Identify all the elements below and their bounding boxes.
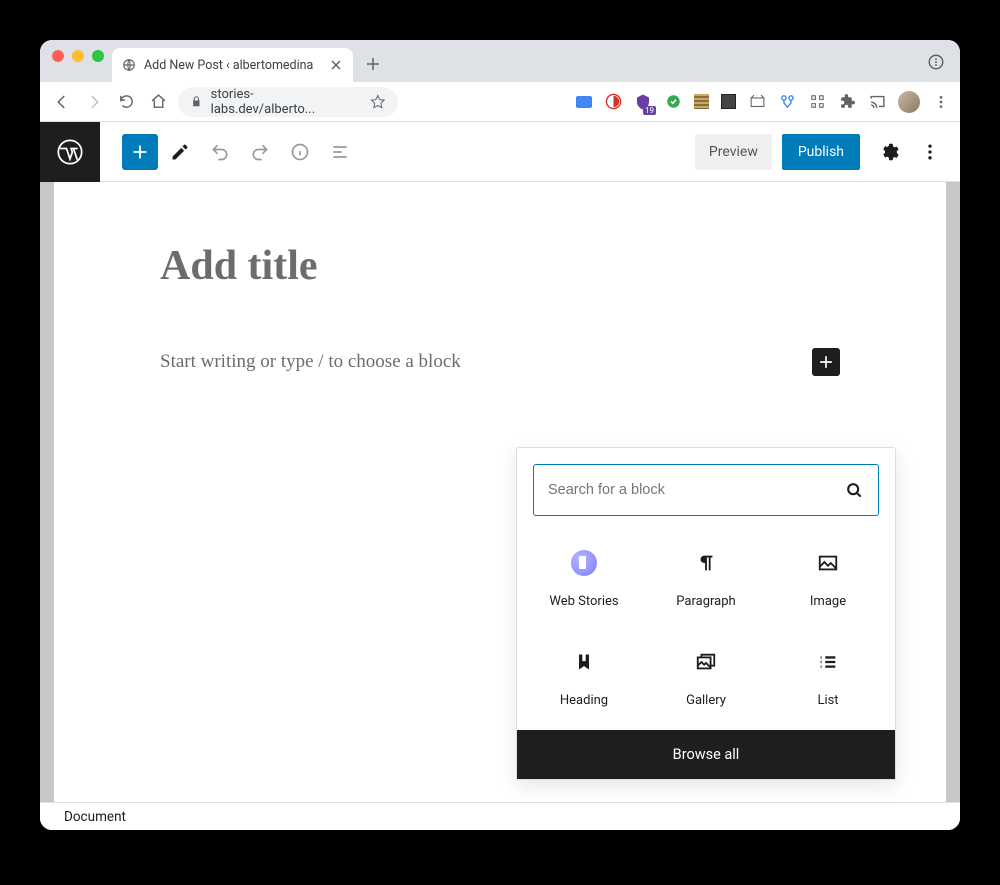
url-text: stories-labs.dev/alberto... bbox=[211, 87, 355, 117]
home-button[interactable] bbox=[146, 90, 170, 114]
undo-button[interactable] bbox=[202, 134, 238, 170]
tab-bar: Add New Post ‹ albertomedina bbox=[40, 40, 960, 82]
gallery-icon bbox=[693, 649, 719, 675]
publish-button[interactable]: Publish bbox=[782, 134, 860, 170]
redo-button[interactable] bbox=[242, 134, 278, 170]
block-label: Paragraph bbox=[676, 594, 735, 609]
address-bar[interactable]: stories-labs.dev/alberto... bbox=[178, 87, 398, 117]
web-stories-icon bbox=[571, 550, 597, 576]
more-options-button[interactable] bbox=[912, 134, 948, 170]
extension-icon[interactable] bbox=[748, 93, 766, 111]
block-grid: Web Stories Paragraph Image bbox=[517, 532, 895, 730]
extension-icon[interactable] bbox=[576, 96, 592, 108]
block-item-image[interactable]: Image bbox=[767, 542, 889, 617]
wordpress-editor: Preview Publish Add title Start writing … bbox=[40, 122, 960, 830]
lock-icon bbox=[190, 95, 203, 108]
reload-button[interactable] bbox=[114, 90, 138, 114]
block-search-field[interactable] bbox=[533, 464, 879, 516]
extension-icon[interactable] bbox=[808, 93, 826, 111]
block-item-gallery[interactable]: Gallery bbox=[645, 641, 767, 716]
browser-window: Add New Post ‹ albertomedina s bbox=[40, 40, 960, 830]
outline-button[interactable] bbox=[322, 134, 358, 170]
block-item-paragraph[interactable]: Paragraph bbox=[645, 542, 767, 617]
browse-all-button[interactable]: Browse all bbox=[517, 730, 895, 779]
extension-icon[interactable] bbox=[778, 93, 796, 111]
back-button[interactable] bbox=[50, 90, 74, 114]
wordpress-logo[interactable] bbox=[40, 122, 100, 182]
tab-title: Add New Post ‹ albertomedina bbox=[144, 58, 313, 73]
extension-icons: 19 bbox=[576, 91, 950, 113]
block-label: Heading bbox=[560, 693, 608, 708]
title-input[interactable]: Add title bbox=[160, 242, 840, 290]
block-inserter-popover: Web Stories Paragraph Image bbox=[516, 447, 896, 780]
star-icon[interactable] bbox=[370, 94, 386, 110]
block-item-web-stories[interactable]: Web Stories bbox=[523, 542, 645, 617]
editor-toolbar: Preview Publish bbox=[40, 122, 960, 182]
extensions-menu-icon[interactable] bbox=[838, 93, 856, 111]
extension-icon[interactable] bbox=[694, 94, 709, 109]
block-label: Gallery bbox=[686, 693, 726, 708]
editor-footer: Document bbox=[40, 802, 960, 830]
extension-icon[interactable] bbox=[721, 94, 736, 109]
browser-tab[interactable]: Add New Post ‹ albertomedina bbox=[112, 48, 353, 82]
profile-avatar[interactable] bbox=[898, 91, 920, 113]
block-label: Image bbox=[810, 594, 846, 609]
cast-icon[interactable] bbox=[868, 93, 886, 111]
block-item-list[interactable]: List bbox=[767, 641, 889, 716]
minimize-window-button[interactable] bbox=[72, 50, 84, 62]
search-icon bbox=[844, 480, 864, 500]
add-block-button[interactable] bbox=[122, 134, 158, 170]
paragraph-icon bbox=[693, 550, 719, 576]
block-search-input[interactable] bbox=[548, 482, 836, 498]
editor-canvas: Add title Start writing or type / to cho… bbox=[40, 182, 960, 802]
close-window-button[interactable] bbox=[52, 50, 64, 62]
info-button[interactable] bbox=[282, 134, 318, 170]
window-controls bbox=[52, 50, 112, 70]
block-item-heading[interactable]: Heading bbox=[523, 641, 645, 716]
block-label: List bbox=[817, 693, 838, 708]
extension-badge: 19 bbox=[643, 106, 656, 115]
extension-icon[interactable] bbox=[604, 93, 622, 111]
block-label: Web Stories bbox=[549, 594, 618, 609]
browser-toolbar: stories-labs.dev/alberto... 19 bbox=[40, 82, 960, 122]
browser-menu-button[interactable] bbox=[932, 93, 950, 111]
edit-tool-button[interactable] bbox=[162, 134, 198, 170]
extension-icon[interactable]: 19 bbox=[634, 93, 652, 111]
extension-icon[interactable] bbox=[664, 93, 682, 111]
globe-icon bbox=[122, 58, 136, 72]
account-menu-button[interactable] bbox=[924, 50, 948, 74]
new-tab-button[interactable] bbox=[359, 50, 387, 78]
forward-button[interactable] bbox=[82, 90, 106, 114]
heading-icon bbox=[571, 649, 597, 675]
preview-button[interactable]: Preview bbox=[695, 134, 772, 170]
list-icon bbox=[815, 649, 841, 675]
breadcrumb[interactable]: Document bbox=[64, 809, 126, 825]
maximize-window-button[interactable] bbox=[92, 50, 104, 62]
settings-button[interactable] bbox=[872, 134, 908, 170]
image-icon bbox=[815, 550, 841, 576]
close-tab-button[interactable] bbox=[329, 58, 343, 72]
block-paragraph-input[interactable]: Start writing or type / to choose a bloc… bbox=[160, 351, 461, 373]
inline-add-block-button[interactable] bbox=[812, 348, 840, 376]
